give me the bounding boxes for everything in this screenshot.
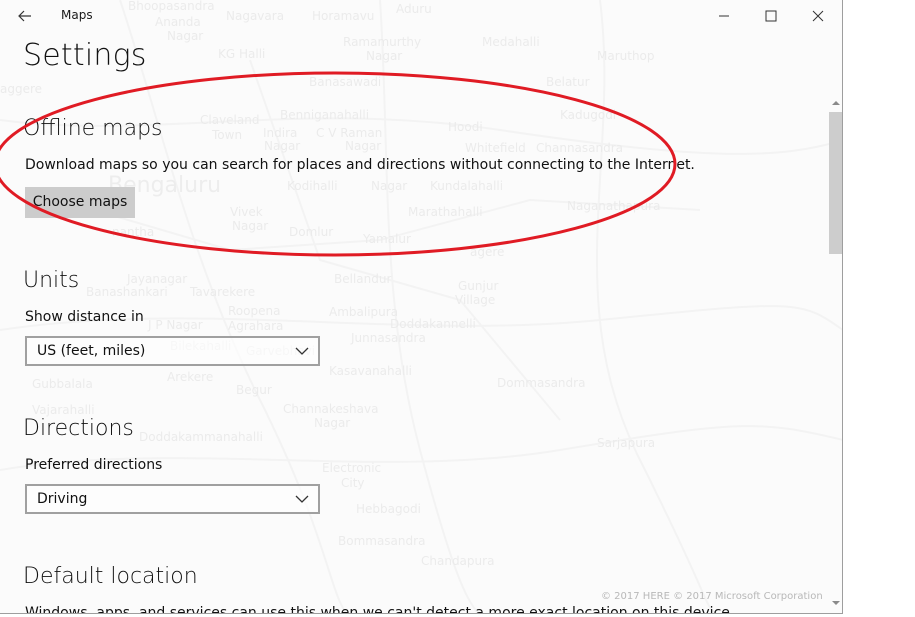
default-location-heading: Default location <box>23 564 198 589</box>
minimize-icon <box>719 15 729 17</box>
maximize-button[interactable] <box>748 4 794 28</box>
units-label: Show distance in <box>25 309 144 325</box>
directions-selected-value: Driving <box>37 491 88 507</box>
app-title: Maps <box>61 8 93 22</box>
scroll-up-arrow-icon[interactable] <box>831 98 841 108</box>
offline-maps-heading: Offline maps <box>23 116 163 141</box>
units-selected-value: US (feet, miles) <box>37 343 146 359</box>
close-icon <box>812 10 824 22</box>
map-veil <box>0 0 842 613</box>
arrow-left-icon <box>18 10 31 22</box>
units-dropdown[interactable]: US (feet, miles) <box>25 336 320 366</box>
maps-window: BhoopasandraNagavaraHoramavu AduruAnanda… <box>0 0 843 614</box>
directions-dropdown[interactable]: Driving <box>25 484 320 514</box>
scrollbar-thumb[interactable] <box>829 112 842 254</box>
title-bar: Maps <box>0 0 842 32</box>
offline-maps-description: Download maps so you can search for plac… <box>25 157 695 173</box>
scrollbar[interactable] <box>829 96 842 613</box>
page-title: Settings <box>23 38 147 73</box>
scroll-down-arrow-icon[interactable] <box>831 598 841 608</box>
choose-maps-button[interactable]: Choose maps <box>25 187 135 218</box>
directions-heading: Directions <box>23 416 134 441</box>
units-heading: Units <box>23 268 80 293</box>
close-button[interactable] <box>795 4 841 28</box>
default-location-description: Windows, apps, and services can use this… <box>25 605 735 614</box>
chevron-down-icon <box>295 347 309 355</box>
directions-label: Preferred directions <box>25 457 163 473</box>
chevron-down-icon <box>295 495 309 503</box>
maximize-icon <box>765 10 777 22</box>
back-button[interactable] <box>12 4 38 28</box>
map-copyright: © 2017 HERE © 2017 Microsoft Corporation <box>601 591 823 602</box>
minimize-button[interactable] <box>701 4 747 28</box>
